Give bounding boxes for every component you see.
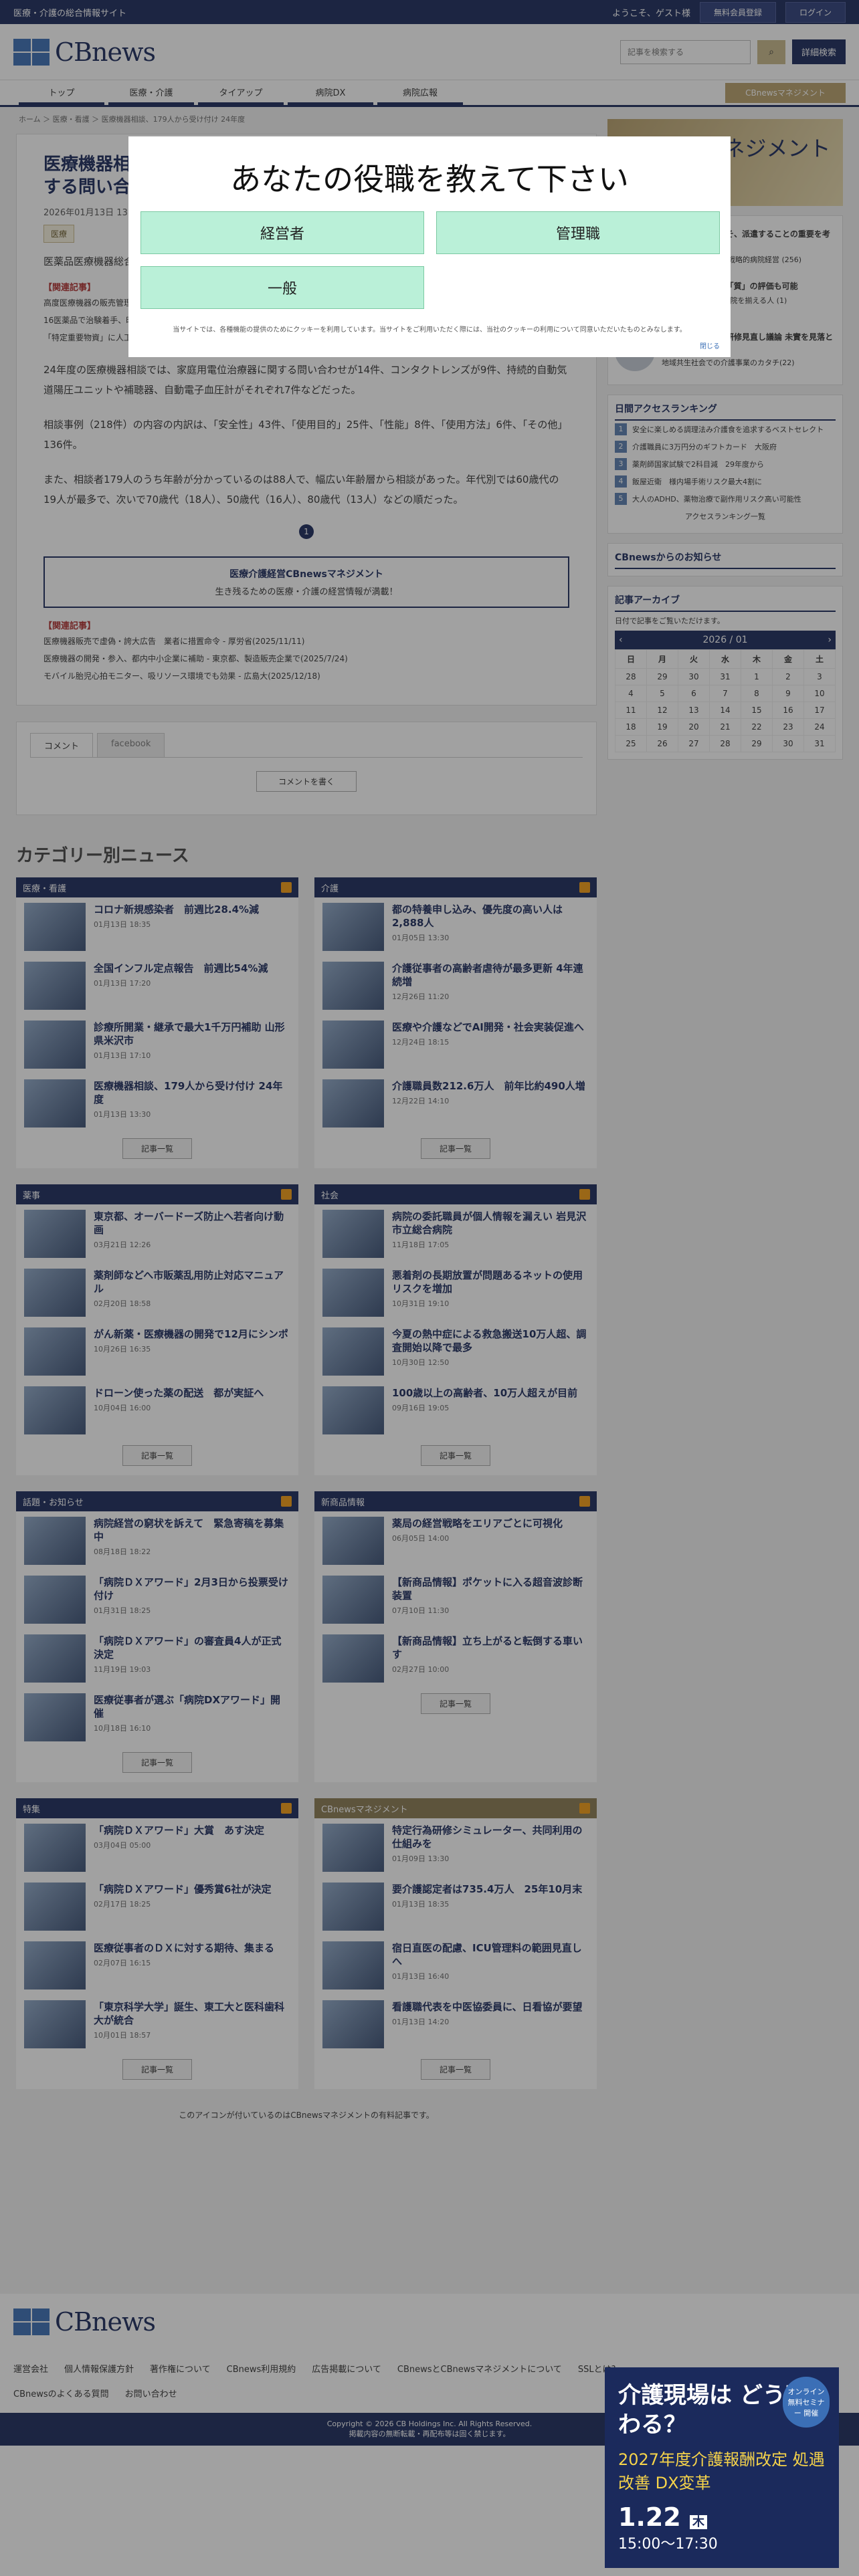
role-option-general[interactable]: 一般 (140, 266, 424, 309)
role-option-executive[interactable]: 経営者 (140, 211, 424, 254)
seminar-popup-ad[interactable]: 介護現場は どう変わる？ 2027年度介護報酬改定 処遇改善 DX変革 1.22… (605, 2367, 839, 2568)
role-modal: あなたの役職を教えて下さい 経営者 管理職 一般 当サイトでは、各種機能の提供の… (128, 136, 731, 357)
modal-overlay[interactable] (0, 0, 859, 2576)
cookie-notice: 当サイトでは、各種機能の提供のためにクッキーを利用しています。当サイトをご利用い… (173, 326, 686, 334)
role-option-manager[interactable]: 管理職 (436, 211, 720, 254)
modal-close-link[interactable]: 閉じる (700, 340, 720, 350)
modal-title: あなたの役職を教えて下さい (230, 161, 629, 197)
